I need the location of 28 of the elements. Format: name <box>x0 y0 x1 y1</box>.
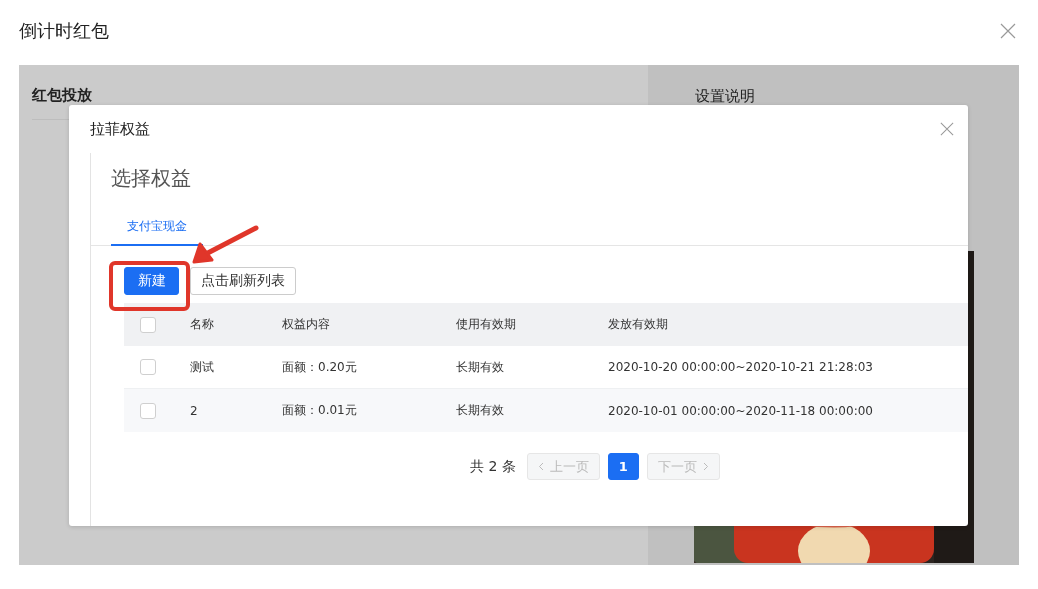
page-button[interactable]: 1 <box>607 453 639 480</box>
annotation-arrow <box>192 225 259 264</box>
column-header: 使用有效期 <box>456 316 517 333</box>
table-cell-text: 2020-10-20 00:00:00~2020-10-21 21:28:03 <box>608 360 874 374</box>
dialog-title: 倒计时红包 <box>19 18 109 43</box>
modal-title: 拉菲权益 <box>90 119 150 139</box>
checkbox[interactable] <box>140 402 156 419</box>
column-header: 发放有效期 <box>608 316 669 333</box>
table-cell-text: 面额：0.20元 <box>282 358 358 376</box>
panel-title: 设置说明 <box>695 87 756 106</box>
close-icon[interactable] <box>940 122 954 136</box>
chevron-right-icon <box>702 462 709 471</box>
total-count: 共 2 条 <box>470 457 516 476</box>
table-cell-text: 2020-10-01 00:00:00~2020-11-18 00:00:00 <box>608 403 874 418</box>
chevron-left-icon <box>537 462 544 471</box>
create-button[interactable]: 新建 <box>124 267 179 295</box>
checkbox[interactable] <box>140 316 156 333</box>
table-cell-text: 长期有效 <box>456 358 505 376</box>
column-header: 名称 <box>190 316 215 333</box>
table-cell-text: 2 <box>190 403 199 418</box>
table-cell-text: 长期有效 <box>456 402 505 419</box>
column-header: 权益内容 <box>282 316 331 333</box>
table-cell-text: 测试 <box>190 358 215 376</box>
close-icon[interactable] <box>1000 22 1016 39</box>
refresh-list-button[interactable]: 点击刷新列表 <box>190 267 296 295</box>
checkbox[interactable] <box>140 359 156 375</box>
section-heading: 选择权益 <box>111 165 192 192</box>
table-cell-text: 面额：0.01元 <box>282 402 358 419</box>
